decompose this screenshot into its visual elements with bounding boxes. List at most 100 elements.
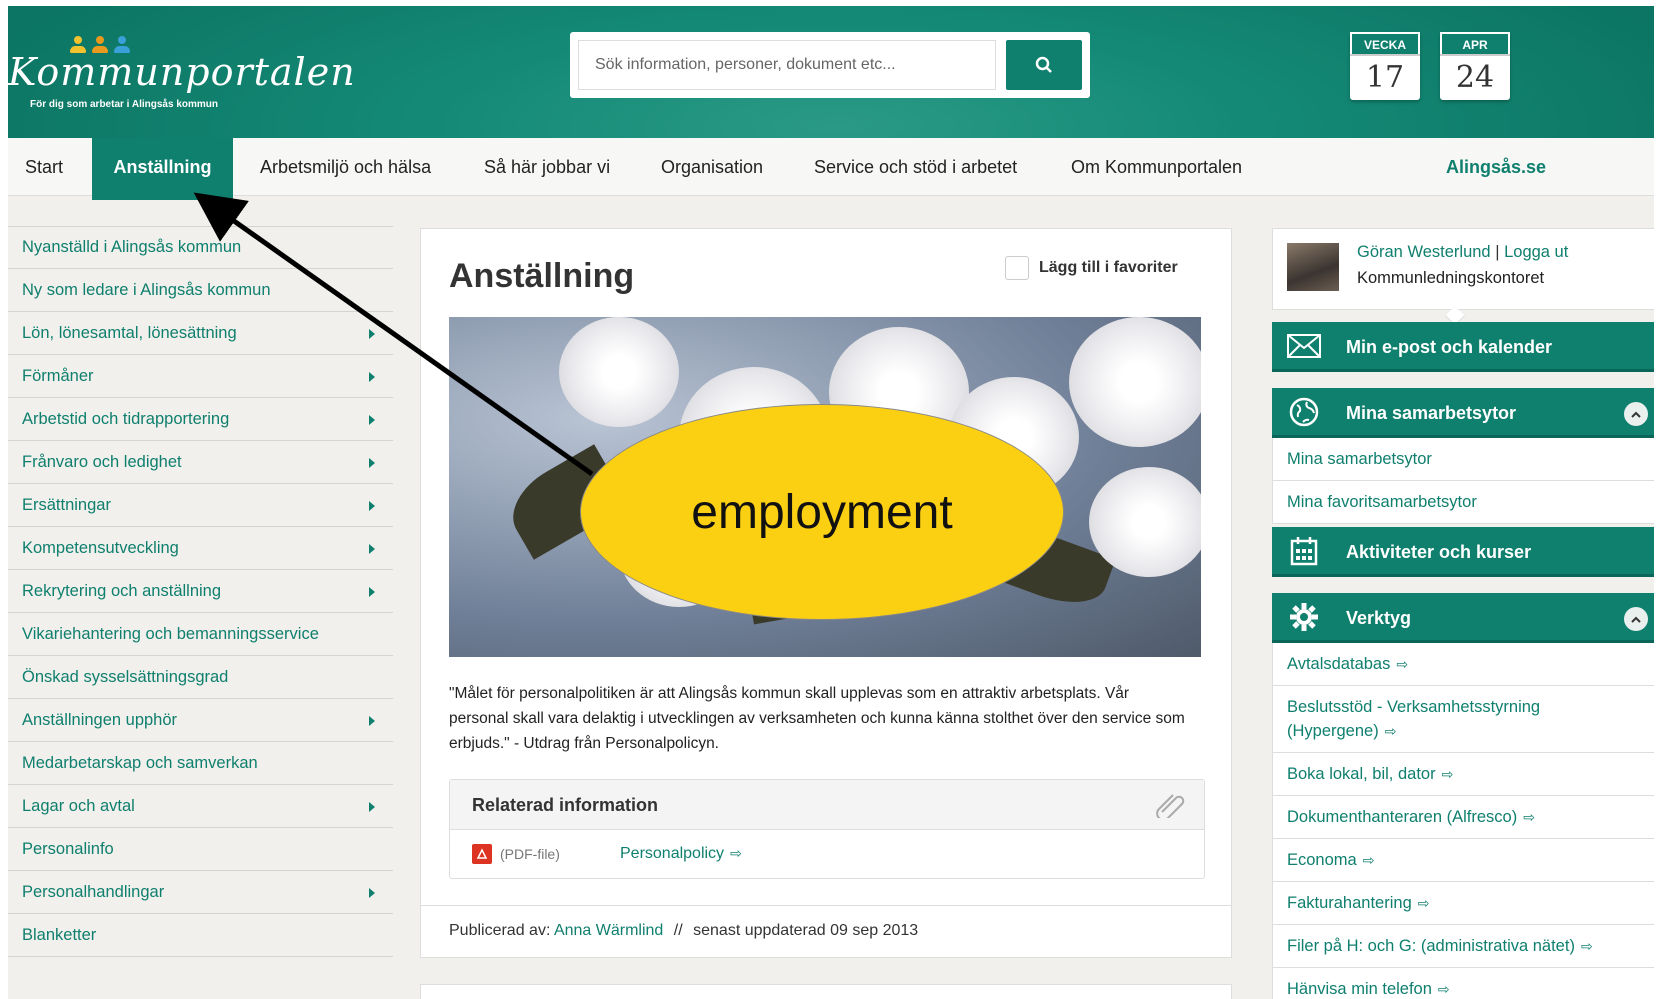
logo-name: Kommunportalen	[8, 50, 356, 94]
tool-link[interactable]: Beslutsstöd - Verksamhetsstyrning (Hyper…	[1273, 685, 1654, 752]
search-box	[570, 32, 1090, 98]
left-menu-item[interactable]: Ersättningar	[8, 484, 393, 527]
left-menu-item[interactable]: Personalhandlingar	[8, 871, 393, 914]
chevron-right-icon	[369, 501, 375, 511]
globe-icon	[1286, 397, 1322, 427]
author-link[interactable]: Anna Wärmlind	[554, 922, 663, 939]
left-menu-item[interactable]: Vikariehantering och bemanningsservice	[8, 613, 393, 656]
chevron-right-icon	[369, 802, 375, 812]
left-menu-item[interactable]: Nyanställd i Alingsås kommun	[8, 226, 393, 269]
avatar	[1287, 243, 1339, 291]
external-link-icon: ⇨	[1523, 809, 1535, 825]
site-header: Kommunportalen För dig som arbetar i Ali…	[8, 6, 1654, 138]
related-type: (PDF-file)	[500, 846, 560, 862]
chevron-right-icon	[369, 329, 375, 339]
updated-date: 09 sep 2013	[830, 922, 919, 939]
left-menu-item[interactable]: Lagar och avtal	[8, 785, 393, 828]
tool-link[interactable]: Avtalsdatabas ⇨	[1273, 643, 1654, 685]
related-title: Relaterad information	[472, 795, 659, 815]
envelope-icon	[1286, 332, 1322, 360]
chevron-right-icon	[369, 458, 375, 468]
chevron-right-icon	[369, 544, 375, 554]
page-title: Anställning	[449, 257, 635, 295]
left-menu-item[interactable]: Blanketter	[8, 914, 393, 957]
left-menu-item[interactable]: Arbetstid och tidrapportering	[8, 398, 393, 441]
calendar-icon	[1286, 537, 1322, 566]
search-button[interactable]	[1006, 40, 1082, 90]
collab-header[interactable]: Mina samarbetsytor	[1272, 388, 1654, 438]
related-info: Relaterad information (PDF-file) Persona…	[449, 779, 1205, 879]
favorite-toggle[interactable]: Lägg till i favoriter	[1005, 256, 1178, 280]
left-menu-item[interactable]: Anställningen upphör	[8, 699, 393, 742]
nav-om-kommunportalen[interactable]: Om Kommunportalen	[1071, 138, 1242, 196]
tool-link[interactable]: Boka lokal, bil, dator ⇨	[1273, 752, 1654, 795]
policy-quote: "Målet för personalpolitiken är att Alin…	[449, 685, 1185, 752]
external-link-icon: ⇨	[1362, 852, 1375, 868]
chevron-right-icon	[369, 415, 375, 425]
external-link-icon: ⇨	[1441, 766, 1454, 782]
week-widget: VECKA 17	[1350, 32, 1420, 100]
collapse-icon[interactable]	[1624, 607, 1648, 631]
left-menu-item[interactable]: Förmåner	[8, 355, 393, 398]
user-org: Kommunledningskontoret	[1357, 269, 1545, 287]
user-name[interactable]: Göran Westerlund	[1357, 243, 1491, 261]
week-number: 17	[1350, 54, 1420, 100]
date-widget: APR 24	[1440, 32, 1510, 100]
pdf-icon	[472, 844, 492, 864]
published-info: Publicerad av: Anna Wärmlind // senast u…	[421, 905, 1231, 956]
week-label: VECKA	[1350, 32, 1420, 54]
external-link-icon: ⇨	[1384, 723, 1397, 739]
logout-link[interactable]: Logga ut	[1504, 243, 1568, 261]
external-link-icon: ⇨	[1417, 895, 1430, 911]
nav-service[interactable]: Service och stöd i arbetet	[814, 138, 1017, 196]
left-menu-item[interactable]: Rekrytering och anställning	[8, 570, 393, 613]
favorite-label: Lägg till i favoriter	[1039, 259, 1178, 276]
nav-start[interactable]: Start	[25, 138, 63, 196]
left-menu-item[interactable]: Önskad sysselsättningsgrad	[8, 656, 393, 699]
external-link-icon: ⇨	[1580, 938, 1593, 954]
collapse-icon[interactable]	[1624, 402, 1648, 426]
chevron-right-icon	[369, 888, 375, 898]
nav-arbetsmiljo[interactable]: Arbetsmiljö och hälsa	[260, 138, 431, 196]
tool-link[interactable]: Hänvisa min telefon ⇨	[1273, 967, 1654, 999]
tool-link[interactable]: Dokumenthanteraren (Alfresco) ⇨	[1273, 795, 1654, 838]
day-number: 24	[1440, 54, 1510, 100]
main-nav: Start Anställning Arbetsmiljö och hälsa …	[8, 138, 1654, 200]
tools-list: Avtalsdatabas ⇨ Beslutsstöd - Verksamhetss…	[1272, 643, 1654, 999]
tool-link[interactable]: Filer på H: och G: (administrativa nätet…	[1273, 924, 1654, 967]
search-icon	[1035, 56, 1052, 73]
paperclip-icon	[1156, 794, 1185, 818]
left-menu-item[interactable]: Lön, lönesamtal, lönesättning	[8, 312, 393, 355]
external-link-icon: ⇨	[1396, 656, 1409, 672]
left-menu-item[interactable]: Kompetensutveckling	[8, 527, 393, 570]
mail-calendar-button[interactable]: Min e-post och kalender	[1272, 322, 1654, 372]
left-menu-item[interactable]: Personalinfo	[8, 828, 393, 871]
next-content-card	[420, 984, 1232, 999]
personalpolicy-link[interactable]: Personalpolicy ⇨	[620, 845, 742, 863]
chevron-right-icon	[369, 716, 375, 726]
left-menu-item[interactable]: Ny som ledare i Alingsås kommun	[8, 269, 393, 312]
collab-item[interactable]: Mina favoritsamarbetsytor	[1273, 480, 1654, 523]
nav-anstallning[interactable]: Anställning	[92, 138, 233, 200]
logo-tagline: För dig som arbetar i Alingsås kommun	[30, 99, 218, 110]
external-link-icon: ⇨	[730, 845, 742, 861]
left-menu-item[interactable]: Medarbetarskap och samverkan	[8, 742, 393, 785]
tool-link[interactable]: Economa ⇨	[1273, 838, 1654, 881]
activities-button[interactable]: Aktiviteter och kurser	[1272, 527, 1654, 577]
chevron-right-icon	[369, 587, 375, 597]
tools-header[interactable]: Verktyg	[1272, 593, 1654, 643]
logo[interactable]: Kommunportalen För dig som arbetar i Ali…	[8, 36, 355, 116]
collab-list: Mina samarbetsytor Mina favoritsamarbets…	[1272, 438, 1654, 524]
nav-organisation[interactable]: Organisation	[661, 138, 763, 196]
user-card: Göran Westerlund | Logga ut Kommunlednin…	[1272, 228, 1654, 326]
nav-sa-har-jobbar-vi[interactable]: Så här jobbar vi	[484, 138, 610, 196]
tool-link[interactable]: Fakturahantering ⇨	[1273, 881, 1654, 924]
nav-alingsas-link[interactable]: Alingsås.se	[1446, 138, 1546, 196]
month-label: APR	[1440, 32, 1510, 54]
favorite-checkbox[interactable]	[1005, 256, 1029, 280]
left-menu-item[interactable]: Frånvaro och ledighet	[8, 441, 393, 484]
search-input[interactable]	[578, 40, 996, 90]
collab-item[interactable]: Mina samarbetsytor	[1273, 438, 1654, 480]
left-menu: Nyanställd i Alingsås kommun Ny som ledar…	[8, 226, 393, 957]
annotation-bubble: employment	[580, 404, 1064, 620]
